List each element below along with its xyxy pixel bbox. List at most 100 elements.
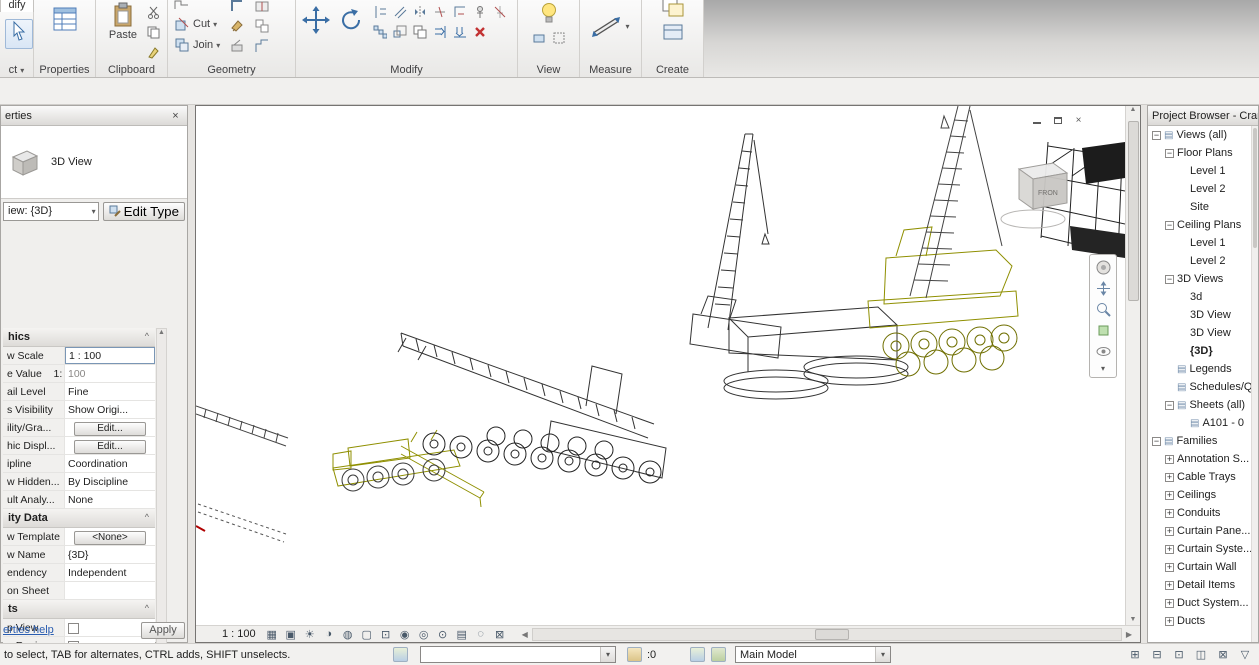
pan-icon[interactable] — [1095, 280, 1112, 296]
project-browser-scrollbar[interactable] — [1251, 126, 1258, 642]
align-icon[interactable] — [371, 3, 388, 20]
expand-node-icon[interactable]: + — [1165, 473, 1174, 482]
unjoin-icon[interactable] — [253, 17, 270, 34]
property-value[interactable]: Independent — [65, 564, 155, 581]
scroll-right-icon[interactable]: ▶ — [1122, 630, 1136, 639]
tree-item-cable-trays[interactable]: +Cable Trays — [1148, 468, 1251, 486]
close-icon[interactable]: × — [168, 109, 183, 123]
expand-node-icon[interactable]: + — [1165, 599, 1174, 608]
vertical-scroll-thumb[interactable] — [1128, 121, 1139, 301]
unpin-icon[interactable] — [491, 3, 508, 20]
none-button[interactable]: <None> — [74, 531, 146, 545]
design-options-icon[interactable] — [690, 647, 705, 662]
panel-label-view[interactable]: View — [518, 64, 579, 76]
view-restore-button[interactable] — [1051, 114, 1064, 126]
expand-node-icon[interactable]: + — [1165, 491, 1174, 500]
drag-on-selection-icon[interactable]: ⊠ — [1215, 647, 1231, 662]
worksets-dropdown[interactable]: ▾ — [420, 646, 616, 663]
scroll-down-icon[interactable]: ▼ — [1130, 616, 1137, 623]
design-option-dropdown[interactable]: Main Model ▾ — [735, 646, 891, 663]
type-selector-combo[interactable]: iew: {3D} ▾ — [3, 202, 99, 221]
property-value[interactable]: 1 : 100 — [65, 347, 155, 364]
array-icon[interactable] — [371, 23, 388, 40]
analytical-model-icon[interactable]: ◌ — [473, 627, 489, 642]
tree-item-families[interactable]: −▤Families — [1148, 432, 1251, 450]
shadows-icon[interactable]: ◑ — [321, 627, 337, 642]
tree-item-3d[interactable]: 3d — [1148, 288, 1251, 306]
collapse-node-icon[interactable]: − — [1152, 437, 1161, 446]
tree-item-detail-items[interactable]: +Detail Items — [1148, 576, 1251, 594]
scroll-left-icon[interactable]: ◀ — [518, 630, 532, 639]
viewcube[interactable]: FRON — [997, 151, 1083, 237]
rendering-icon[interactable]: ◍ — [340, 627, 356, 642]
property-value[interactable]: <None> — [65, 528, 155, 545]
tree-item-ceiling-plans[interactable]: −Ceiling Plans — [1148, 216, 1251, 234]
tree-item-level-2[interactable]: Level 2 — [1148, 252, 1251, 270]
measure-icon[interactable] — [591, 13, 621, 39]
expand-node-icon[interactable]: + — [1165, 527, 1174, 536]
crop-view-icon[interactable]: ▢ — [359, 627, 375, 642]
wall-joins-icon[interactable] — [253, 37, 270, 54]
tree-item-level-1[interactable]: Level 1 — [1148, 162, 1251, 180]
tree-item-level-1[interactable]: Level 1 — [1148, 234, 1251, 252]
tree-item-3d-views[interactable]: −3D Views — [1148, 270, 1251, 288]
split-face-icon[interactable] — [253, 0, 270, 14]
tree-item-site[interactable]: Site — [1148, 198, 1251, 216]
visual-style-icon[interactable]: ▣ — [283, 627, 299, 642]
3d-model-cranes[interactable] — [196, 106, 1125, 625]
dropdown-arrow-icon[interactable]: ▾ — [625, 22, 629, 31]
tree-item-floor-plans[interactable]: −Floor Plans — [1148, 144, 1251, 162]
tree-item-3d[interactable]: {3D} — [1148, 342, 1251, 360]
select-underlay-icon[interactable]: ⊟ — [1149, 647, 1165, 662]
collapse-section-icon[interactable]: ^ — [145, 603, 150, 618]
project-browser-scroll-thumb[interactable] — [1253, 128, 1257, 248]
hide-elements-icon[interactable] — [530, 29, 547, 46]
select-by-face-icon[interactable]: ◫ — [1193, 647, 1209, 662]
delete-icon[interactable] — [471, 23, 488, 40]
horizontal-scrollbar[interactable]: ◀ ▶ — [518, 627, 1136, 642]
properties-scrollbar[interactable]: ▲ ▼ — [156, 328, 167, 665]
tree-item-3d-view[interactable]: 3D View — [1148, 306, 1251, 324]
horizontal-scroll-thumb[interactable] — [815, 629, 849, 640]
offset-icon[interactable] — [391, 3, 408, 20]
collapse-section-icon[interactable]: ^ — [145, 512, 150, 527]
property-value[interactable]: {3D} — [65, 546, 155, 563]
expand-node-icon[interactable]: + — [1165, 545, 1174, 554]
worksharing-display-icon[interactable]: ⊙ — [435, 627, 451, 642]
edit-button[interactable]: Edit... — [74, 440, 146, 454]
tree-item-views-all[interactable]: −▤Views (all) — [1148, 126, 1251, 144]
temporary-hide-isolate-icon[interactable]: ◉ — [397, 627, 413, 642]
apply-coping-icon[interactable] — [228, 0, 245, 14]
edit-button[interactable]: Edit... — [74, 422, 146, 436]
panel-label-geometry[interactable]: Geometry — [168, 64, 295, 76]
tree-item-3d-view[interactable]: 3D View — [1148, 324, 1251, 342]
create-group-icon[interactable] — [661, 0, 685, 19]
match-type-properties-icon[interactable] — [145, 44, 162, 61]
copy-to-clipboard-icon[interactable] — [145, 24, 162, 41]
reveal-hidden-elements-icon[interactable] — [538, 1, 560, 25]
expand-node-icon[interactable]: + — [1165, 455, 1174, 464]
cut-to-clipboard-icon[interactable] — [145, 4, 162, 21]
full-navigation-wheel-icon[interactable] — [1095, 259, 1112, 275]
tree-item-annotation-s[interactable]: +Annotation S... — [1148, 450, 1251, 468]
property-value[interactable]: Edit... — [65, 419, 155, 436]
property-value[interactable] — [65, 582, 155, 599]
panel-label-clipboard[interactable]: Clipboard — [96, 64, 167, 76]
modify-select-button[interactable] — [5, 19, 33, 49]
properties-help-link[interactable]: erties help — [3, 624, 54, 636]
cut-geometry-button[interactable]: Cut▾ — [173, 15, 220, 33]
pin-icon[interactable] — [471, 3, 488, 20]
expand-node-icon[interactable]: + — [1165, 509, 1174, 518]
apply-button[interactable]: Apply — [141, 622, 185, 639]
expand-node-icon[interactable]: + — [1165, 617, 1174, 626]
split-element-icon[interactable] — [431, 3, 448, 20]
demolish-icon[interactable] — [228, 37, 245, 54]
orbit-icon[interactable] — [1095, 322, 1112, 338]
tree-item-curtain-syste[interactable]: +Curtain Syste... — [1148, 540, 1251, 558]
copy-icon[interactable] — [411, 23, 428, 40]
panel-label-measure[interactable]: Measure — [580, 64, 641, 76]
scroll-up-icon[interactable]: ▲ — [158, 329, 165, 336]
worksets-icon[interactable] — [393, 647, 408, 662]
properties-title-bar[interactable]: erties × — [1, 106, 187, 126]
collapse-node-icon[interactable]: − — [1165, 149, 1174, 158]
